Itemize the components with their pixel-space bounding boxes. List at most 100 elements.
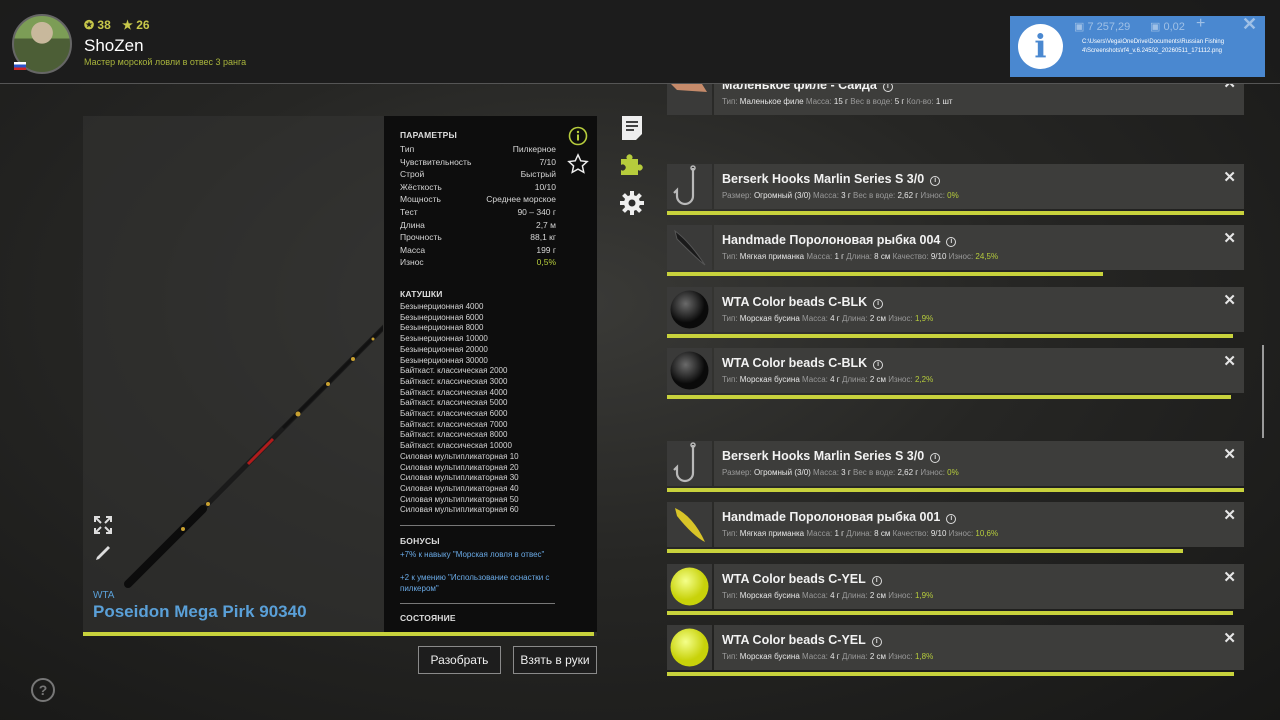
param-value: 90 – 340 г — [517, 207, 556, 217]
divider — [400, 525, 555, 526]
level-value: 38 — [97, 18, 111, 32]
param-row: Мощность Среднее морское — [400, 193, 556, 206]
stat-label: Масса: — [813, 191, 842, 200]
rod-image — [124, 324, 383, 588]
stat-label: Тип: — [722, 97, 740, 106]
condition-bar — [667, 549, 1183, 553]
param-name: Чувствительность — [400, 156, 472, 167]
info-icon[interactable]: i — [873, 360, 884, 370]
remove-item-button[interactable]: ✕ — [1223, 168, 1236, 186]
disassemble-button[interactable]: Разобрать — [418, 646, 501, 674]
info-icon[interactable]: i — [930, 453, 941, 463]
favorite-star-icon[interactable] — [567, 153, 589, 175]
wear-label: Износ: — [888, 652, 915, 661]
param-name: Строй — [400, 169, 425, 180]
wear-value: 10,6% — [975, 529, 999, 538]
help-icon[interactable]: ? — [30, 677, 56, 703]
info-icon[interactable]: i — [873, 299, 884, 309]
stat-value: 2 см — [869, 314, 886, 323]
tackle-item-name: Berserk Hooks Marlin Series S 3/0 i — [722, 172, 941, 186]
tackle-item-stats: Тип: Морская бусина Масса: 4 г Длина: 2 … — [722, 652, 933, 661]
divider — [400, 603, 555, 604]
item-title: WTA Color beads C-YEL — [722, 633, 866, 647]
tackle-item[interactable]: WTA Color beads C-BLK i Тип: Морская бусин… — [667, 287, 1244, 338]
info-icon[interactable]: i — [871, 637, 882, 647]
tackle-item[interactable]: Handmade Поролоновая рыбка 001 i Тип: Мягк… — [667, 502, 1244, 553]
tackle-list[interactable]: Маленькое филе - Сайда i Тип: Маленькое фи… — [667, 84, 1244, 720]
stat-label: Качество: — [892, 529, 931, 538]
reel-item: Силовая мультипликаторная 50 — [400, 494, 519, 504]
tackle-item[interactable]: WTA Color beads C-BLK i Тип: Морская бусин… — [667, 348, 1244, 399]
stat-label: Тип: — [722, 252, 740, 261]
info-icon[interactable]: i — [930, 176, 941, 186]
hook-thumbnail — [667, 164, 712, 209]
tackle-item[interactable]: Berserk Hooks Marlin Series S 3/0 i Размер… — [667, 164, 1244, 215]
stat-value: 15 г — [833, 97, 848, 106]
scrollbar[interactable] — [1262, 345, 1264, 438]
remove-item-button[interactable]: ✕ — [1223, 506, 1236, 524]
condition-bar — [667, 211, 1244, 215]
tackle-item-stats: Тип: Маленькое филе Масса: 15 г Вес в во… — [722, 97, 953, 106]
info-circle-icon[interactable] — [568, 126, 588, 146]
remove-item-button[interactable]: ✕ — [1223, 291, 1236, 309]
reel-item: Силовая мультипликаторная 60 — [400, 505, 519, 515]
stat-label: Масса: — [802, 652, 831, 661]
remove-item-button[interactable]: ✕ — [1223, 445, 1236, 463]
param-row: Тип Пилкерное — [400, 143, 556, 156]
wear-label: Износ: — [888, 375, 915, 384]
tackle-item[interactable]: Маленькое филе - Сайда i Тип: Маленькое фи… — [667, 84, 1244, 115]
tackle-item-body: Berserk Hooks Marlin Series S 3/0 i Размер… — [714, 441, 1244, 486]
rank-title: Мастер морской ловли в отвес 3 ранга — [84, 57, 247, 67]
stat-value: 3 г — [841, 468, 851, 477]
puzzle-icon[interactable] — [619, 151, 645, 177]
tackle-item[interactable]: Berserk Hooks Marlin Series S 3/0 i Размер… — [667, 441, 1244, 492]
info-icon[interactable]: i — [882, 84, 893, 92]
tackle-item[interactable]: WTA Color beads C-YEL i Тип: Морская бусин… — [667, 625, 1244, 676]
tackle-item[interactable]: Handmade Поролоновая рыбка 004 i Тип: Мягк… — [667, 225, 1244, 276]
remove-item-button[interactable]: ✕ — [1223, 229, 1236, 247]
stat-value: 9/10 — [930, 252, 947, 261]
tackle-item[interactable]: WTA Color beads C-YEL i Тип: Морская бусин… — [667, 564, 1244, 615]
notes-icon[interactable] — [620, 115, 644, 141]
tackle-item-name: Handmade Поролоновая рыбка 004 i — [722, 233, 957, 247]
screenshot-notification[interactable]: i C:\Users\Vega\OneDrive\Documents\Russi… — [1010, 16, 1265, 77]
wear-label: Износ: — [948, 252, 976, 261]
wear-value: 0% — [947, 191, 959, 200]
param-value: Быстрый — [520, 169, 556, 180]
param-name: Мощность — [400, 194, 441, 205]
stat-value: Морская бусина — [739, 591, 800, 600]
info-icon[interactable]: i — [946, 514, 957, 524]
remove-item-button[interactable]: ✕ — [1223, 84, 1236, 92]
reel-item: Байткаст. классическая 8000 — [400, 430, 508, 440]
wear-label: Износ: — [920, 191, 948, 200]
stat-value: 5 г — [894, 97, 905, 106]
remove-item-button[interactable]: ✕ — [1223, 629, 1236, 647]
param-name: Тест — [400, 207, 418, 217]
wear-label: Износ: — [920, 468, 948, 477]
stat-label: Длина: — [841, 652, 870, 661]
info-icon[interactable]: i — [946, 237, 957, 247]
stat-value: 4 г — [830, 652, 840, 661]
remove-item-button[interactable]: ✕ — [1223, 568, 1236, 586]
gear-icon[interactable] — [619, 190, 645, 216]
take-in-hands-button[interactable]: Взять в руки — [513, 646, 597, 674]
stat-value: 2,62 г — [897, 468, 919, 477]
stat-label: Вес в воде: — [852, 468, 898, 477]
level-icon: ✪ — [84, 18, 95, 32]
tackle-item-body: WTA Color beads C-YEL i Тип: Морская бусин… — [714, 564, 1244, 609]
stat-label: Тип: — [722, 591, 740, 600]
reel-item: Байткаст. классическая 10000 — [400, 441, 512, 451]
expand-icon[interactable] — [93, 515, 113, 535]
remove-item-button[interactable]: ✕ — [1223, 352, 1236, 370]
close-notification-button[interactable]: ✕ — [1242, 14, 1257, 35]
rename-pen-icon[interactable] — [93, 543, 113, 563]
player-stats: ✪ 38 ★ 26 — [84, 18, 150, 32]
rank-star-icon: ★ — [122, 18, 133, 32]
add-currency-button[interactable]: + — [1196, 15, 1205, 33]
notification-path: C:\Users\Vega\OneDrive\Documents\Russian… — [1082, 39, 1225, 54]
stat-value: Маленькое филе — [739, 97, 804, 106]
stat-label: Масса: — [802, 314, 831, 323]
stat-value: 2 см — [869, 375, 886, 384]
reel-item: Силовая мультипликаторная 10 — [400, 451, 519, 461]
info-icon[interactable]: i — [871, 576, 882, 586]
